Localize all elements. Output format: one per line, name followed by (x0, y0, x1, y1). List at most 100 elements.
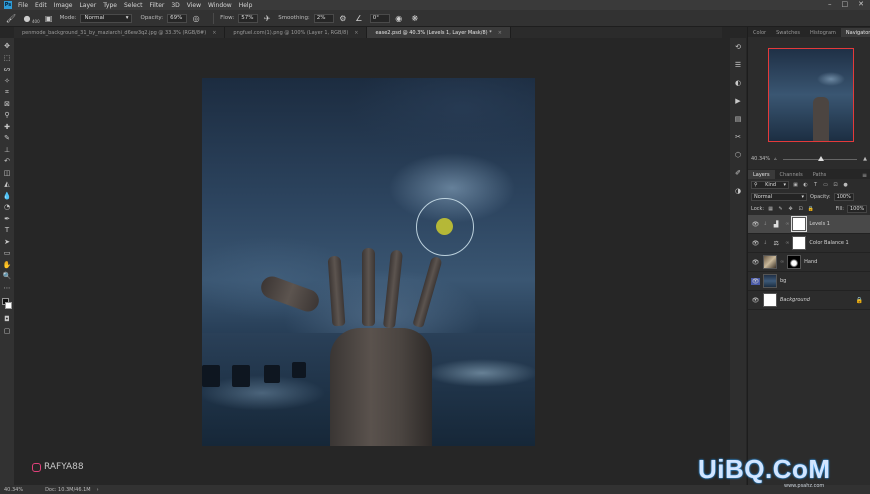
paint-bucket-tool-icon[interactable]: ◭ (2, 179, 12, 189)
tab-color[interactable]: Color (748, 28, 771, 37)
link-icon[interactable]: ∞ (785, 240, 789, 246)
adjustments-icon[interactable]: ◐ (733, 78, 743, 88)
more-tools-icon[interactable]: ⋯ (2, 283, 12, 293)
filter-pixel-icon[interactable]: ▣ (792, 182, 799, 189)
tab-channels[interactable]: Channels (775, 170, 808, 179)
minimize-icon[interactable]: – (828, 0, 832, 8)
tab-histogram[interactable]: Histogram (805, 28, 841, 37)
fill-input[interactable]: 100% (847, 205, 867, 213)
tools-icon[interactable]: ✂ (733, 132, 743, 142)
document-canvas[interactable] (202, 78, 535, 446)
symmetry-icon[interactable]: ❋ (410, 13, 420, 23)
eye-icon[interactable]: 👁 (751, 277, 760, 285)
filter-adjustment-icon[interactable]: ◐ (802, 182, 809, 189)
tab-paths[interactable]: Paths (808, 170, 832, 179)
navigator-view-frame[interactable] (768, 48, 854, 142)
smoothing-settings-icon[interactable]: ⚙ (338, 13, 348, 23)
filter-type-icon[interactable]: T (812, 182, 819, 189)
close-icon[interactable]: × (498, 30, 502, 36)
rectangle-tool-icon[interactable]: ▭ (2, 248, 12, 258)
blur-tool-icon[interactable]: 💧 (2, 191, 12, 201)
airbrush-icon[interactable]: ✈ (262, 13, 272, 23)
layer-row-hand[interactable]: 👁 ∞ Hand (748, 253, 870, 272)
layer-row-levels[interactable]: 👁 ↓ ▟ ∞ Levels 1 (748, 215, 870, 234)
layer-opacity-input[interactable]: 100% (833, 193, 854, 201)
brush-tool-icon[interactable]: 🖌 (6, 13, 16, 23)
history-icon[interactable]: ⟲ (733, 42, 743, 52)
menu-filter[interactable]: Filter (150, 2, 165, 9)
lock-transparency-icon[interactable]: ▦ (767, 206, 774, 213)
layer-thumbnail[interactable] (763, 255, 777, 269)
history-brush-tool-icon[interactable]: ↶ (2, 156, 12, 166)
zoom-level[interactable]: 40.34% (4, 487, 23, 493)
canvas-area[interactable]: RAFYA88 (14, 38, 722, 485)
menu-select[interactable]: Select (124, 2, 143, 9)
layer-thumbnail[interactable] (763, 274, 777, 288)
path-selection-tool-icon[interactable]: ➤ (2, 237, 12, 247)
layer-mask-thumbnail[interactable] (791, 216, 808, 232)
quick-mask-icon[interactable]: ◘ (2, 314, 12, 324)
smoothing-input[interactable]: 2% (313, 13, 334, 23)
zoom-in-icon[interactable]: ▲ (863, 156, 867, 162)
eye-icon[interactable]: 👁 (751, 240, 760, 247)
frame-tool-icon[interactable]: ⊠ (2, 99, 12, 109)
pen-tool-icon[interactable]: ✒ (2, 214, 12, 224)
lock-position-icon[interactable]: ✥ (787, 206, 794, 213)
mode-select[interactable]: Normal ▾ (80, 13, 133, 23)
eye-icon[interactable]: 👁 (751, 297, 760, 304)
brush-settings-icon[interactable]: ✐ (733, 168, 743, 178)
lock-artboard-icon[interactable]: ⊡ (797, 206, 804, 213)
close-icon[interactable]: × (354, 30, 358, 36)
maximize-icon[interactable]: □ (842, 0, 849, 8)
layer-row-bg[interactable]: 👁 bg (748, 272, 870, 291)
menu-view[interactable]: View (187, 2, 201, 9)
tab-document-3[interactable]: ease2.psd @ 40.3% (Levels 1, Layer Mask/… (367, 27, 511, 38)
libraries-icon[interactable]: ▤ (733, 114, 743, 124)
color-swatches[interactable] (2, 298, 12, 310)
zoom-tool-icon[interactable]: 🔍 (2, 271, 12, 281)
navigator-zoom-value[interactable]: 40.34% (751, 156, 770, 162)
type-tool-icon[interactable]: T (2, 225, 12, 235)
layer-row-background[interactable]: 👁 Background 🔒 (748, 291, 870, 310)
angle-input[interactable]: 0° (369, 13, 390, 23)
dodge-tool-icon[interactable]: ◔ (2, 202, 12, 212)
layer-mask-thumbnail[interactable] (787, 255, 802, 269)
brush-tool-icon[interactable]: ✎ (2, 133, 12, 143)
brush-settings-icon[interactable]: ▣ (44, 13, 54, 23)
crop-tool-icon[interactable]: ⌗ (2, 87, 12, 97)
lock-icon[interactable]: 🔒 (856, 297, 863, 304)
menu-image[interactable]: Image (54, 2, 73, 9)
eye-icon[interactable]: 👁 (751, 259, 760, 266)
screen-mode-icon[interactable]: ▢ (2, 326, 12, 336)
pressure-size-icon[interactable]: ◉ (394, 13, 404, 23)
flow-input[interactable]: 57% (238, 13, 259, 23)
marquee-tool-icon[interactable]: ⬚ (2, 53, 12, 63)
document-info[interactable]: Doc: 10.3M/46.1M (45, 487, 91, 493)
eraser-tool-icon[interactable]: ◫ (2, 168, 12, 178)
zoom-slider[interactable] (782, 155, 858, 161)
eye-icon[interactable]: 👁 (751, 221, 760, 228)
tab-navigator[interactable]: Navigator (840, 28, 870, 37)
opacity-input[interactable]: 69% (167, 13, 188, 23)
layer-thumbnail[interactable] (763, 293, 777, 307)
background-color[interactable] (5, 302, 12, 309)
tab-document-1[interactable]: penmode_background_31_by_maziarchi_d6ew3… (14, 27, 226, 38)
pressure-opacity-icon[interactable]: ◎ (191, 13, 201, 23)
close-icon[interactable]: × (212, 30, 216, 36)
menu-window[interactable]: Window (208, 2, 232, 9)
healing-brush-tool-icon[interactable]: ✚ (2, 122, 12, 132)
move-tool-icon[interactable]: ✥ (2, 41, 12, 51)
filter-smart-icon[interactable]: ⊡ (832, 182, 839, 189)
close-icon[interactable]: ✕ (858, 0, 864, 8)
layer-mask-thumbnail[interactable] (792, 236, 807, 250)
tab-layers[interactable]: Layers (748, 170, 775, 179)
chevron-right-icon[interactable]: › (97, 487, 99, 493)
menu-type[interactable]: Type (103, 2, 117, 9)
actions-icon[interactable]: ▶ (733, 96, 743, 106)
menu-edit[interactable]: Edit (35, 2, 47, 9)
filter-toggle-icon[interactable]: ● (842, 182, 849, 189)
menu-layer[interactable]: Layer (79, 2, 96, 9)
zoom-out-icon[interactable]: ▵ (774, 156, 777, 162)
magic-wand-tool-icon[interactable]: ✧ (2, 76, 12, 86)
tab-document-2[interactable]: pngfuel.com(1).png @ 100% (Layer 1, RGB/… (225, 27, 368, 38)
